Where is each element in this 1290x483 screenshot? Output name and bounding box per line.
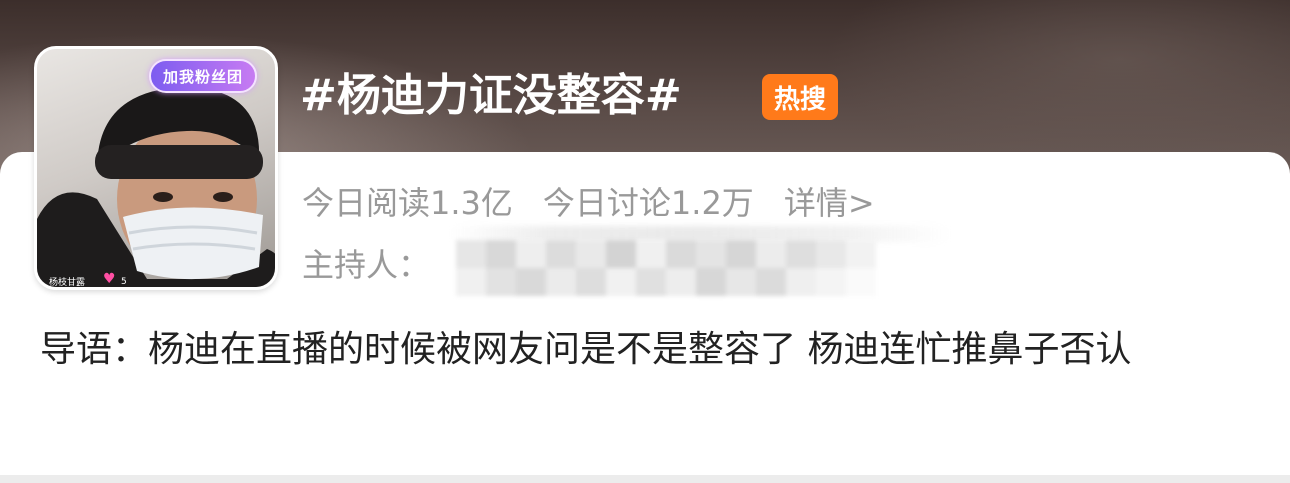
topic-intro: 导语：杨迪在直播的时候被网友问是不是整容了 杨迪连忙推鼻子否认 <box>40 329 1132 370</box>
topic-title[interactable]: #杨迪力证没整容# <box>300 64 682 128</box>
hot-search-badge: 热搜 <box>762 74 838 120</box>
avatar-caption: 杨枝甘露 <box>49 278 86 288</box>
host-name-mosaic <box>456 240 876 296</box>
host-row: 主持人： <box>302 242 430 288</box>
topic-stats: 今日阅读1.3亿 今日讨论1.2万 详情> <box>302 180 875 226</box>
discuss-count: 今日讨论1.2万 <box>542 184 754 222</box>
avatar-level: 5 <box>121 277 127 287</box>
topic-avatar[interactable]: 加我粉丝团 杨枝甘露 ♥ 5 <box>34 46 278 290</box>
heart-icon: ♥ <box>103 271 116 287</box>
host-label: 主持人： <box>302 246 431 284</box>
read-count: 今日阅读1.3亿 <box>302 184 513 222</box>
detail-link[interactable]: 详情> <box>784 180 875 226</box>
bottom-divider <box>0 475 1290 483</box>
fan-club-badge[interactable]: 加我粉丝团 <box>149 59 257 93</box>
